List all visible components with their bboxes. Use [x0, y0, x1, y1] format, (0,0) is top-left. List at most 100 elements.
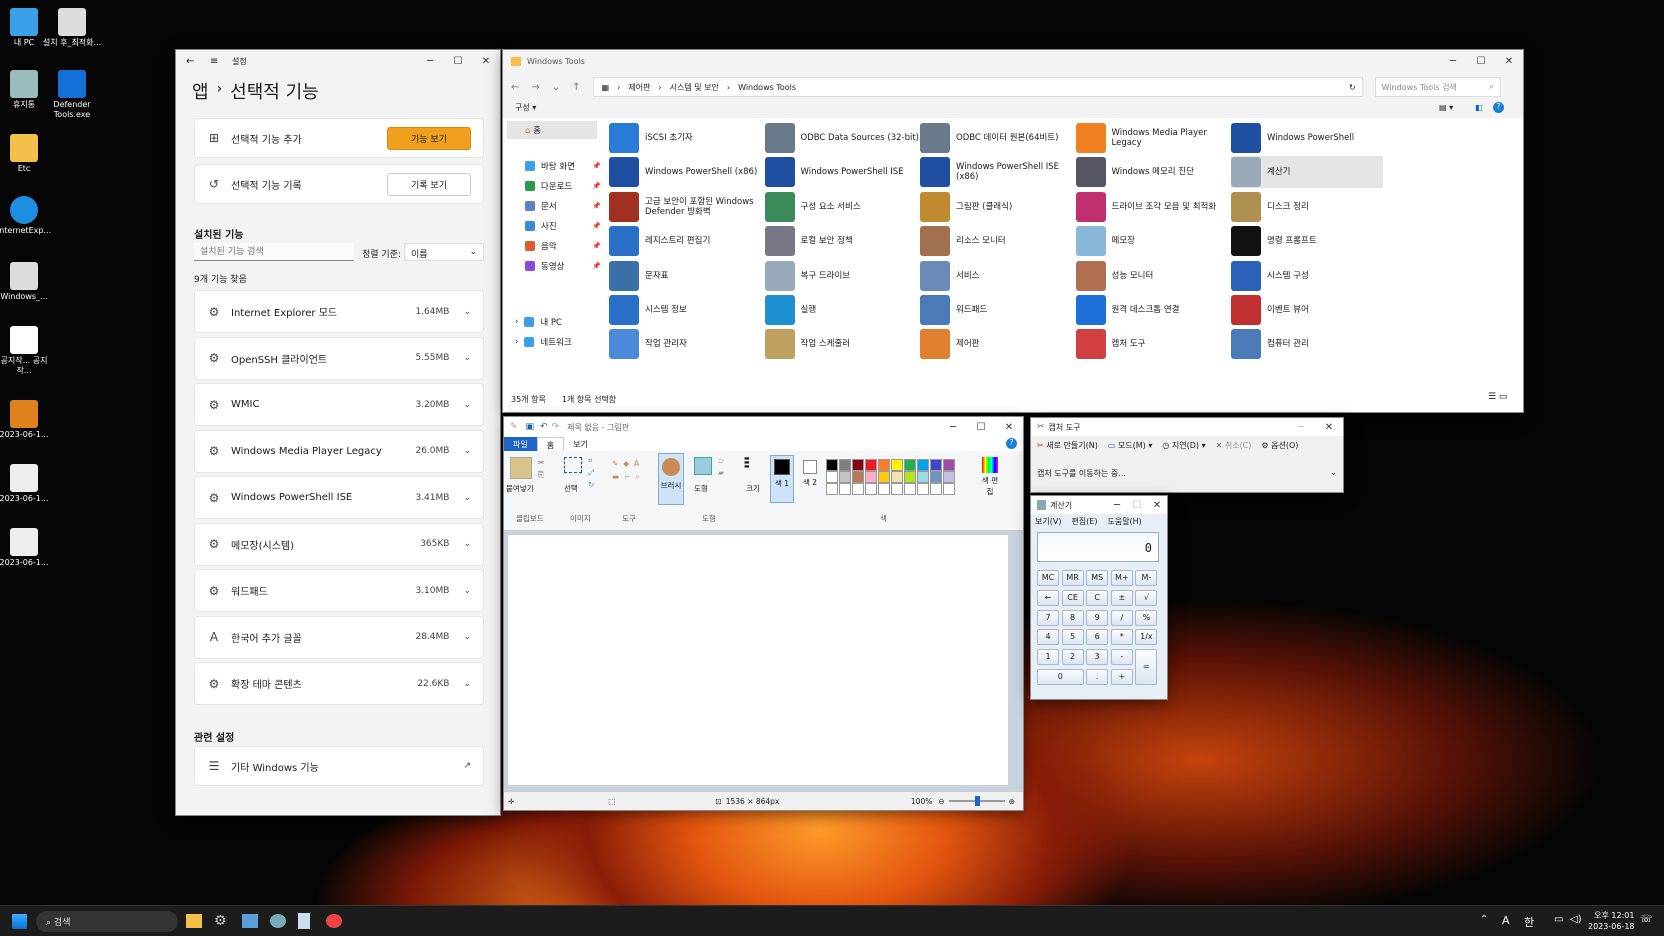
- calc-key[interactable]: 7: [1037, 609, 1059, 626]
- calc-key[interactable]: 9: [1086, 609, 1109, 626]
- tool-item[interactable]: Windows PowerShell: [1231, 122, 1391, 154]
- palette-swatch[interactable]: [826, 471, 838, 483]
- zoom-out-button[interactable]: ⊖: [938, 797, 944, 806]
- palette-custom-swatch[interactable]: [865, 483, 877, 495]
- undo-icon[interactable]: ↶: [540, 422, 548, 432]
- chevron-down-icon[interactable]: ⌄: [463, 493, 471, 503]
- tool-item[interactable]: iSCSI 초기자: [609, 122, 769, 154]
- chevron-down-icon[interactable]: ⌄: [463, 586, 471, 596]
- palette-custom-swatch[interactable]: [917, 483, 929, 495]
- language-indicator[interactable]: 한: [1524, 914, 1534, 930]
- paste-button[interactable]: 붙여넣기: [506, 483, 534, 494]
- minimize-button[interactable]: ─: [1107, 500, 1127, 511]
- feature-item[interactable]: ⚙ Windows Media Player Legacy 26.0MB ⌄: [194, 429, 484, 473]
- tab-view[interactable]: 보기: [564, 437, 597, 451]
- ime-mode[interactable]: A: [1502, 914, 1510, 927]
- maximize-button[interactable]: ☐: [1467, 56, 1495, 67]
- minimize-button[interactable]: ─: [1287, 422, 1315, 433]
- nav-item[interactable]: 동영상 📌: [525, 260, 601, 272]
- chevron-down-icon[interactable]: ⌄: [463, 632, 471, 642]
- tool-item[interactable]: 작업 스케줄러: [764, 328, 925, 360]
- palette-swatch[interactable]: [878, 471, 890, 483]
- menu-help[interactable]: 도움말(H): [1107, 516, 1141, 527]
- feature-item[interactable]: ⚙ 메모장(시스템) 365KB ⌄: [194, 522, 484, 566]
- clock[interactable]: 오후 12:01 2023-06-18: [1588, 910, 1635, 932]
- palette-custom-swatch[interactable]: [878, 483, 890, 495]
- snipping-taskbar-icon[interactable]: [242, 914, 258, 928]
- tool-item[interactable]: 캡처 도구: [1075, 328, 1236, 360]
- color2-button[interactable]: 색 2: [798, 455, 822, 503]
- tool-item[interactable]: 로컬 보안 정책: [764, 225, 925, 257]
- tool-item[interactable]: 시스템 구성: [1231, 260, 1391, 292]
- minimize-button[interactable]: ─: [1439, 56, 1467, 67]
- desktop-icon-screenshot-3[interactable]: 2023-06-1...: [0, 528, 54, 568]
- chevron-down-icon[interactable]: ⌄: [552, 82, 560, 93]
- feature-item[interactable]: ⚙ OpenSSH 클라이언트 5.55MB ⌄: [194, 336, 484, 380]
- new-snip-button[interactable]: ✂ 새로 만들기(N): [1037, 440, 1098, 451]
- back-arrow-icon[interactable]: ←: [511, 82, 519, 93]
- search-input[interactable]: Windows Tools 검색 ⌕: [1374, 77, 1501, 97]
- zoom-slider[interactable]: [948, 796, 1005, 806]
- feature-item[interactable]: ⚙ Internet Explorer 모드 1.64MB ⌄: [194, 290, 484, 333]
- chevron-down-icon[interactable]: ⌄: [463, 446, 471, 456]
- palette-custom-swatch[interactable]: [839, 483, 851, 495]
- crop-resize-rotate-icons[interactable]: ⌗ ⤢ ↻: [588, 455, 594, 491]
- tool-item[interactable]: 문자표: [609, 260, 769, 292]
- help-icon[interactable]: ?: [1493, 102, 1504, 113]
- desktop-icon-windows[interactable]: Windows_...: [0, 262, 54, 302]
- zoom-in-button[interactable]: ⊕: [1009, 797, 1015, 806]
- nav-home[interactable]: ⌂ 홈: [507, 121, 597, 139]
- details-view-icon[interactable]: ☰ ▭: [1488, 392, 1507, 402]
- shapes-button[interactable]: 도형: [694, 483, 708, 494]
- preview-pane-icon[interactable]: ◧: [1475, 103, 1483, 112]
- chevron-down-icon[interactable]: ⌄: [463, 307, 471, 317]
- notification-icon[interactable]: ☏: [1640, 914, 1653, 925]
- breadcrumb-apps[interactable]: 앱: [192, 78, 209, 104]
- menu-icon[interactable]: ≡: [202, 56, 224, 67]
- tool-item[interactable]: 드라이브 조각 모음 및 최적화: [1075, 191, 1236, 223]
- desktop-icon-internet-explorer[interactable]: InternetExp...: [0, 196, 54, 236]
- calc-key[interactable]: M-: [1135, 570, 1158, 586]
- settings-gear-icon[interactable]: ⚙: [214, 913, 227, 929]
- palette-custom-swatch[interactable]: [891, 483, 903, 495]
- tool-item[interactable]: 원격 데스크톱 연결: [1075, 294, 1236, 326]
- redo-icon[interactable]: ↷: [552, 422, 560, 432]
- nav-item[interactable]: 음악 📌: [525, 240, 601, 252]
- close-button[interactable]: ✕: [1495, 56, 1523, 67]
- cut-copy-icons[interactable]: ✂ ⎘: [538, 457, 544, 481]
- tool-item[interactable]: 서비스: [920, 260, 1080, 292]
- delay-button[interactable]: ◷ 지연(D) ▾: [1162, 440, 1205, 451]
- palette-swatch[interactable]: [878, 459, 890, 471]
- drawing-canvas[interactable]: [508, 535, 1008, 785]
- close-button[interactable]: ✕: [1147, 500, 1167, 511]
- calc-key[interactable]: 0: [1037, 669, 1084, 685]
- tool-item[interactable]: 제어판: [920, 328, 1080, 360]
- calc-key[interactable]: C: [1086, 589, 1109, 606]
- paint-taskbar-icon[interactable]: [270, 914, 286, 928]
- palette-swatch[interactable]: [891, 471, 903, 483]
- calc-key[interactable]: =: [1135, 649, 1158, 685]
- calc-key[interactable]: MC: [1037, 570, 1059, 586]
- refresh-icon[interactable]: ↻: [1349, 83, 1362, 92]
- palette-custom-swatch[interactable]: [943, 483, 955, 495]
- address-bar[interactable]: ▦ › 제어판 › 시스템 및 보안 › Windows Tools ↻: [592, 77, 1363, 97]
- calc-key[interactable]: +: [1110, 669, 1133, 685]
- tool-item[interactable]: 구성 요소 서비스: [764, 191, 925, 223]
- size-button[interactable]: 크기: [746, 483, 760, 494]
- tool-item[interactable]: 컴퓨터 관리: [1231, 328, 1391, 360]
- chevron-down-icon[interactable]: ⌄: [463, 539, 471, 549]
- back-arrow-icon[interactable]: ←: [186, 56, 202, 67]
- calc-key[interactable]: -: [1110, 649, 1133, 666]
- help-icon[interactable]: ?: [1006, 438, 1017, 449]
- feature-item[interactable]: A 한국어 추가 글꼴 28.4MB ⌄: [194, 615, 484, 659]
- desktop-icon-setup[interactable]: 설치 후_최적화...: [42, 8, 102, 48]
- feature-search-input[interactable]: [194, 243, 354, 261]
- tool-item[interactable]: 명령 프롬프트: [1231, 225, 1391, 257]
- palette-swatch[interactable]: [826, 459, 838, 471]
- color1-button[interactable]: 색 1: [770, 455, 794, 503]
- tool-item[interactable]: 고급 보안이 포함된 Windows Defender 방화벽: [609, 191, 769, 223]
- start-button[interactable]: [12, 914, 27, 929]
- tool-item[interactable]: Windows PowerShell ISE (x86): [920, 156, 1080, 188]
- palette-swatch[interactable]: [865, 459, 877, 471]
- nav-item[interactable]: 사진 📌: [525, 220, 601, 232]
